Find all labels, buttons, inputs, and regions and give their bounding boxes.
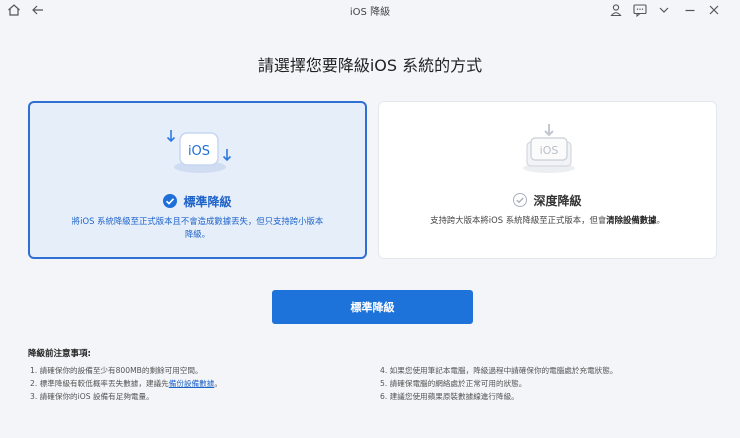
check-unselected-icon	[513, 193, 528, 207]
deep-downgrade-card[interactable]: iOS 深度降級 支持跨大版本將iOS 系統降級至正式版本，但會清除設備數據。	[378, 101, 717, 259]
standard-downgrade-card[interactable]: iOS 標準降級 將iOS 系統降級至正式版本且不會造成數據丟失，但只支持跨小版…	[28, 101, 367, 259]
notes-right-column: 4. 如果您使用筆記本電腦，降級過程中請確保你的電腦處於充電狀態。 5. 請確保…	[380, 364, 617, 403]
standard-downgrade-button[interactable]: 標準降級	[272, 290, 473, 324]
notes-title: 降級前注意事項:	[28, 349, 91, 359]
standard-downgrade-description: 將iOS 系統降級至正式版本且不會造成數據丟失，但只支持跨小版本 降級。	[71, 216, 324, 239]
standard-downgrade-title: 標準降級	[30, 193, 365, 210]
deep-downgrade-description: 支持跨大版本將iOS 系統降級至正式版本，但會清除設備數據。	[430, 215, 665, 225]
chevron-down-icon[interactable]	[656, 2, 672, 18]
feedback-icon[interactable]	[632, 2, 648, 18]
notes-left-column: 1. 請確保你的設備至少有800MB的剩餘可用空間。 2. 標準降級有較低概率丟…	[30, 364, 222, 403]
deep-downgrade-title: 深度降級	[379, 192, 716, 209]
note-item: 6. 建議您使用蘋果原裝數據線進行降級。	[380, 392, 519, 401]
user-icon[interactable]	[608, 2, 624, 18]
window-title: iOS 降級	[349, 7, 391, 18]
check-selected-icon	[163, 194, 178, 208]
page-heading: 請選擇您要降級iOS 系統的方式	[257, 56, 483, 75]
backup-data-link[interactable]: 備份設備數據	[169, 379, 215, 388]
title-bar: iOS 降級	[0, 0, 740, 20]
close-icon[interactable]	[706, 2, 722, 18]
minimize-icon[interactable]	[682, 2, 698, 18]
note-item: 1. 請確保你的設備至少有800MB的剩餘可用空間。	[30, 366, 203, 375]
note-item: 3. 請確保你的iOS 設備有足夠電量。	[30, 392, 154, 401]
ios-device-graphic-icon: iOS	[523, 124, 575, 173]
svg-text:iOS: iOS	[540, 144, 559, 157]
note-item: 4. 如果您使用筆記本電腦，降級過程中請確保你的電腦處於充電狀態。	[380, 366, 618, 375]
svg-text:iOS: iOS	[188, 144, 210, 159]
note-item: 2. 標準降級有較低概率丟失數據，建議先備份設備數據。	[30, 379, 222, 388]
note-item: 5. 請確保電腦的網絡處於正常可用的狀態。	[380, 379, 527, 388]
ios-graphic-icon: iOS	[166, 130, 232, 173]
